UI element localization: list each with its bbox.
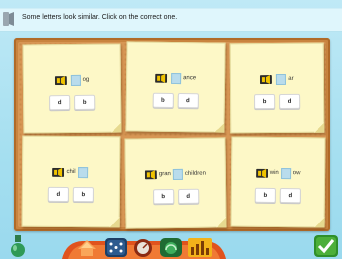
letter-option-button[interactable]: d	[177, 188, 199, 204]
word-suffix: children	[184, 170, 206, 177]
meter-icon[interactable]	[133, 238, 153, 257]
word-suffix: ance	[183, 75, 197, 82]
word-prefix: gran	[158, 171, 171, 178]
word-card-1: og d b	[22, 43, 122, 134]
home-icon[interactable]	[78, 240, 96, 256]
letter-option-button[interactable]: b	[254, 94, 276, 110]
play-audio-icon[interactable]	[144, 169, 157, 179]
letter-option-button[interactable]: d	[279, 188, 301, 204]
word-card-3: ar b d	[229, 42, 325, 134]
letter-options: d b	[24, 94, 120, 111]
bottle-icon[interactable]	[10, 235, 26, 257]
word-row: gran children	[126, 167, 225, 180]
letter-option-button[interactable]: d	[279, 93, 301, 109]
corkboard: og d b ance b d ar b d chil d b gran chi…	[14, 38, 330, 231]
letter-option-button[interactable]: b	[74, 94, 96, 110]
word-card-2: ance b d	[125, 41, 226, 133]
play-audio-icon[interactable]	[155, 73, 168, 83]
letter-option-button[interactable]: b	[152, 189, 174, 205]
word-prefix: win	[269, 169, 279, 177]
letter-option-button[interactable]: b	[72, 187, 94, 203]
letter-options: b d	[127, 92, 224, 109]
app-window: Some letters look similar. Click on the …	[0, 0, 342, 259]
speaker-icon[interactable]	[3, 12, 15, 26]
letter-blank	[171, 72, 182, 84]
word-row: ar	[231, 73, 323, 86]
play-audio-icon[interactable]	[260, 74, 273, 84]
bottom-toolbar	[0, 232, 342, 259]
play-audio-icon[interactable]	[255, 168, 268, 178]
letter-options: b d	[232, 187, 324, 204]
word-card-5: gran children b d	[124, 137, 227, 229]
word-row: og	[24, 73, 120, 86]
letter-option-button[interactable]: b	[254, 187, 276, 203]
play-audio-icon[interactable]	[54, 75, 67, 85]
letter-options: d b	[23, 186, 119, 203]
letter-blank	[276, 73, 287, 85]
dashboard-icon[interactable]	[160, 238, 182, 257]
letter-blank	[172, 168, 183, 180]
instruction-text: Some letters look similar. Click on the …	[22, 14, 178, 21]
letter-blank	[280, 167, 291, 179]
word-suffix: ar	[288, 75, 294, 82]
letter-blank	[70, 74, 81, 86]
check-icon[interactable]	[314, 235, 338, 257]
instruction-bar: Some letters look similar. Click on the …	[0, 8, 342, 32]
letter-option-button[interactable]: b	[152, 92, 174, 108]
letter-option-button[interactable]: d	[47, 186, 69, 202]
word-prefix: chil	[66, 168, 76, 176]
word-suffix: ow	[292, 170, 301, 177]
letter-blank	[77, 166, 88, 178]
letter-options: b d	[231, 93, 323, 110]
word-row: win ow	[232, 167, 324, 180]
word-row: ance	[127, 71, 224, 84]
word-suffix: og	[82, 76, 90, 83]
chart-icon[interactable]	[188, 238, 212, 257]
word-row: chil	[23, 166, 119, 179]
letter-option-button[interactable]: d	[177, 93, 199, 109]
corkboard-surface: og d b ance b d ar b d chil d b gran chi…	[18, 41, 326, 229]
play-audio-icon[interactable]	[52, 167, 65, 177]
word-card-4: chil d b	[21, 135, 121, 228]
letter-option-button[interactable]: d	[49, 95, 71, 111]
dice-icon[interactable]	[105, 238, 127, 257]
letter-options: b d	[126, 188, 225, 205]
word-card-6: win ow b d	[230, 136, 326, 228]
